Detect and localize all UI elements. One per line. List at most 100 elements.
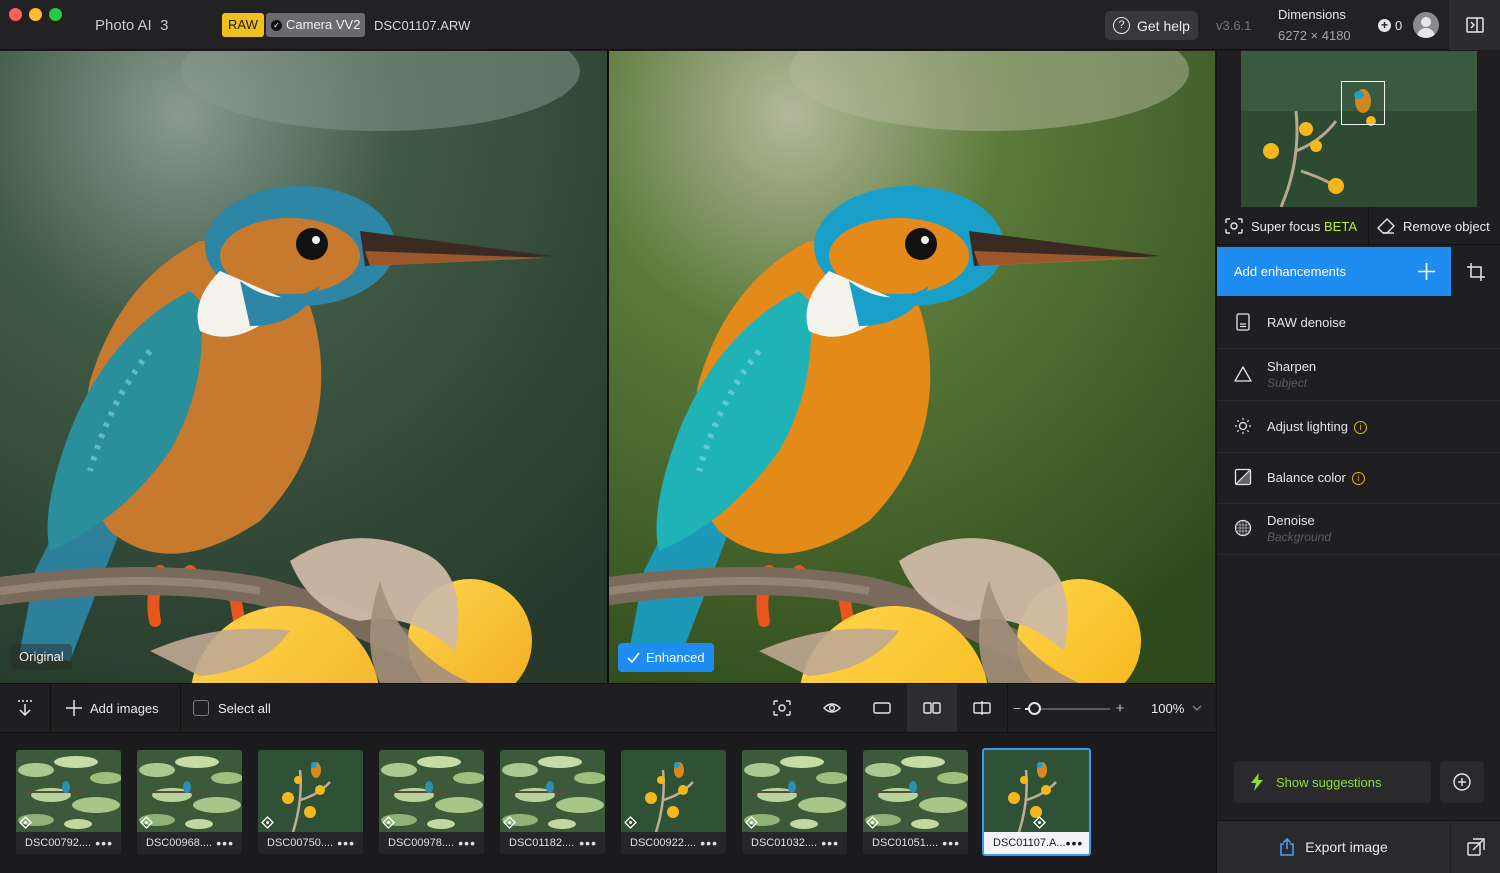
window-close-button[interactable] [9,8,22,21]
remove-object-label: Remove object [1403,218,1490,234]
more-options-icon[interactable]: ••• [700,836,718,850]
filmstrip-thumbnail[interactable]: DSC01107.A... ••• [982,748,1091,856]
thumbnail-caption: DSC01051.... ••• [863,832,968,854]
add-preset-button[interactable] [1440,761,1484,803]
focus-view-button[interactable] [757,684,807,732]
single-view-button[interactable] [857,684,907,732]
file-name: DSC01107.ARW [374,18,471,33]
thumbnail-caption: DSC00792.... ••• [16,832,121,854]
eye-icon [823,703,841,713]
zoom-dropdown-button[interactable] [1188,684,1206,732]
thumbnail-filename: DSC00978.... [388,837,455,849]
side-by-side-icon [923,702,941,714]
show-suggestions-button[interactable]: Show suggestions [1234,761,1431,803]
enhancement-balance-color[interactable]: Balance color i [1217,452,1500,504]
split-view-icon [973,701,991,715]
window-minimize-button[interactable] [29,8,42,21]
more-options-icon[interactable]: ••• [95,836,113,850]
info-icon[interactable]: i [1353,421,1367,434]
add-enhancements-button[interactable]: Add enhancements [1217,247,1451,296]
sort-button[interactable] [0,684,50,732]
navigator-thumbnail [1241,51,1477,207]
title-bar: Photo AI 3 RAW ✓ Camera VV2 DSC01107.ARW… [0,0,1500,50]
thumbnail-caption: DSC01032.... ••• [742,832,847,854]
export-image-label: Export image [1305,839,1388,855]
export-image-button[interactable]: Export image [1217,820,1450,873]
enhanced-image-pane[interactable] [609,51,1215,683]
lightning-icon [1251,773,1263,791]
image-comparison-viewer[interactable]: Original Enhanced [0,51,1215,683]
get-help-button[interactable]: ? Get help [1105,11,1198,40]
add-images-button[interactable]: Add images [66,684,159,732]
raw-file-icon [624,816,637,829]
remove-object-button[interactable]: Remove object [1369,207,1500,245]
split-view-button[interactable] [957,684,1007,732]
check-circle-icon: ✓ [271,19,282,31]
avatar-body-shape [1417,28,1435,38]
more-options-icon[interactable]: ••• [942,836,960,850]
filmstrip-thumbnail[interactable]: DSC00922.... ••• [621,750,726,854]
filmstrip-thumbnail[interactable]: DSC00978.... ••• [379,750,484,854]
raw-format-badge: RAW [222,13,264,37]
preview-toggle-button[interactable] [807,684,857,732]
original-photo [0,51,607,683]
filmstrip-thumbnail[interactable]: DSC00792.... ••• [16,750,121,854]
camera-model-label: Camera VV2 [286,17,361,32]
raw-file-icon [866,816,879,829]
zoom-slider-handle[interactable] [1027,702,1041,715]
enhancement-denoise[interactable]: Denoise Background [1217,503,1500,555]
thumbnail-filename: DSC00922.... [630,837,697,849]
color-balance-icon [1234,468,1252,486]
filmstrip-thumbnail[interactable]: DSC00968.... ••• [137,750,242,854]
filmstrip-thumbnail[interactable]: DSC01051.... ••• [863,750,968,854]
zoom-out-button[interactable]: − [1009,684,1025,732]
raw-file-icon [382,816,395,829]
more-options-icon[interactable]: ••• [821,836,839,850]
credits-indicator[interactable]: + 0 [1378,18,1402,33]
thumbnail-filename: DSC01107.A... [993,837,1066,849]
toolbar-separator [50,684,51,732]
toggle-panel-button[interactable] [1449,0,1500,50]
thumbnail-filename: DSC00750.... [267,837,334,849]
original-image-pane[interactable] [0,51,607,683]
enhancement-subtitle: Background [1267,530,1332,544]
side-by-side-view-button[interactable] [907,684,957,732]
thumbnail-caption: DSC00968.... ••• [137,832,242,854]
show-suggestions-label: Show suggestions [1276,774,1382,790]
crop-button[interactable] [1451,247,1500,296]
select-all-checkbox[interactable]: Select all [193,684,271,732]
enhanced-label[interactable]: Enhanced [618,643,714,672]
filmstrip-thumbnail[interactable]: DSC01182.... ••• [500,750,605,854]
enhancement-raw-denoise[interactable]: RAW denoise [1217,297,1500,349]
enhancement-sharpen[interactable]: Sharpen Subject [1217,349,1500,401]
enhancement-title: Adjust lighting i [1267,419,1367,434]
raw-file-icon [19,816,32,829]
more-options-icon[interactable]: ••• [579,836,597,850]
user-avatar[interactable] [1413,12,1439,38]
raw-file-icon [1033,816,1046,829]
navigator-viewport-box[interactable] [1341,81,1385,125]
enhancement-title: Balance color i [1267,470,1365,485]
eraser-icon [1377,218,1395,234]
info-icon[interactable]: i [1351,472,1365,485]
window-zoom-button[interactable] [49,8,62,21]
enhancement-adjust-lighting[interactable]: Adjust lighting i [1217,401,1500,453]
more-options-icon[interactable]: ••• [458,836,476,850]
select-all-label: Select all [218,700,271,716]
zoom-in-button[interactable]: + [1112,684,1128,732]
get-help-label: Get help [1137,17,1190,34]
more-options-icon[interactable]: ••• [216,836,234,850]
plus-icon [66,700,82,716]
more-options-icon[interactable]: ••• [337,836,355,850]
filmstrip-thumbnail[interactable]: DSC00750.... ••• [258,750,363,854]
share-icon [1280,838,1294,856]
export-options-button[interactable] [1451,820,1500,873]
filmstrip-thumbnail[interactable]: DSC01032.... ••• [742,750,847,854]
navigator-preview[interactable] [1241,51,1477,207]
more-options-icon[interactable]: ••• [1066,836,1084,850]
dimensions-label: Dimensions [1278,7,1346,22]
super-focus-button[interactable]: Super focus BETA [1217,207,1369,245]
camera-model-badge[interactable]: ✓ Camera VV2 [266,13,366,37]
zoom-value[interactable]: 100% [1151,701,1184,716]
enhancement-title: Sharpen [1267,359,1317,374]
